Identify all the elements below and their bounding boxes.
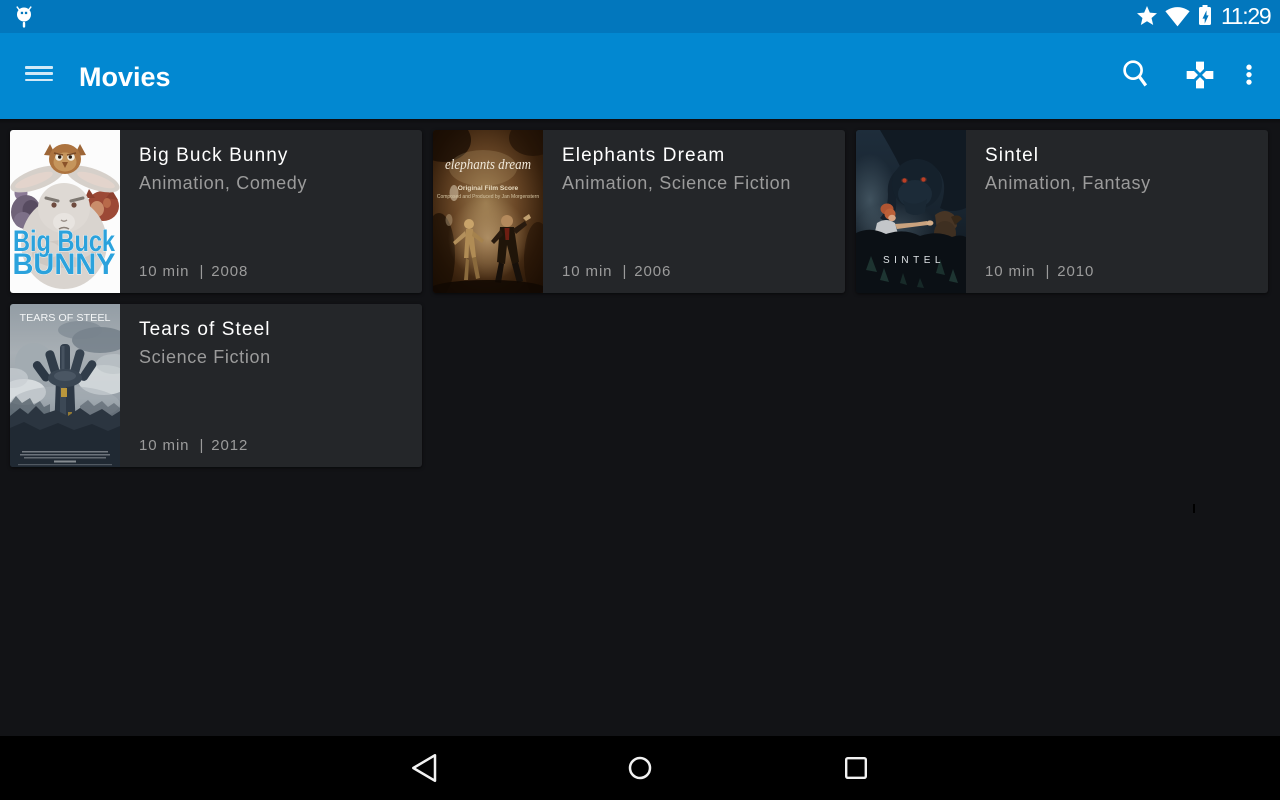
svg-text:SINTEL: SINTEL [883, 255, 945, 266]
svg-text:Composed and Produced by Jan M: Composed and Produced by Jan Morgenstern [437, 194, 540, 200]
svg-text:TEARS OF STEEL: TEARS OF STEEL [20, 312, 111, 324]
svg-text:BUNNY: BUNNY [13, 248, 116, 281]
svg-text:elephants dream: elephants dream [445, 157, 531, 173]
svg-text:Original Film Score: Original Film Score [458, 185, 519, 192]
